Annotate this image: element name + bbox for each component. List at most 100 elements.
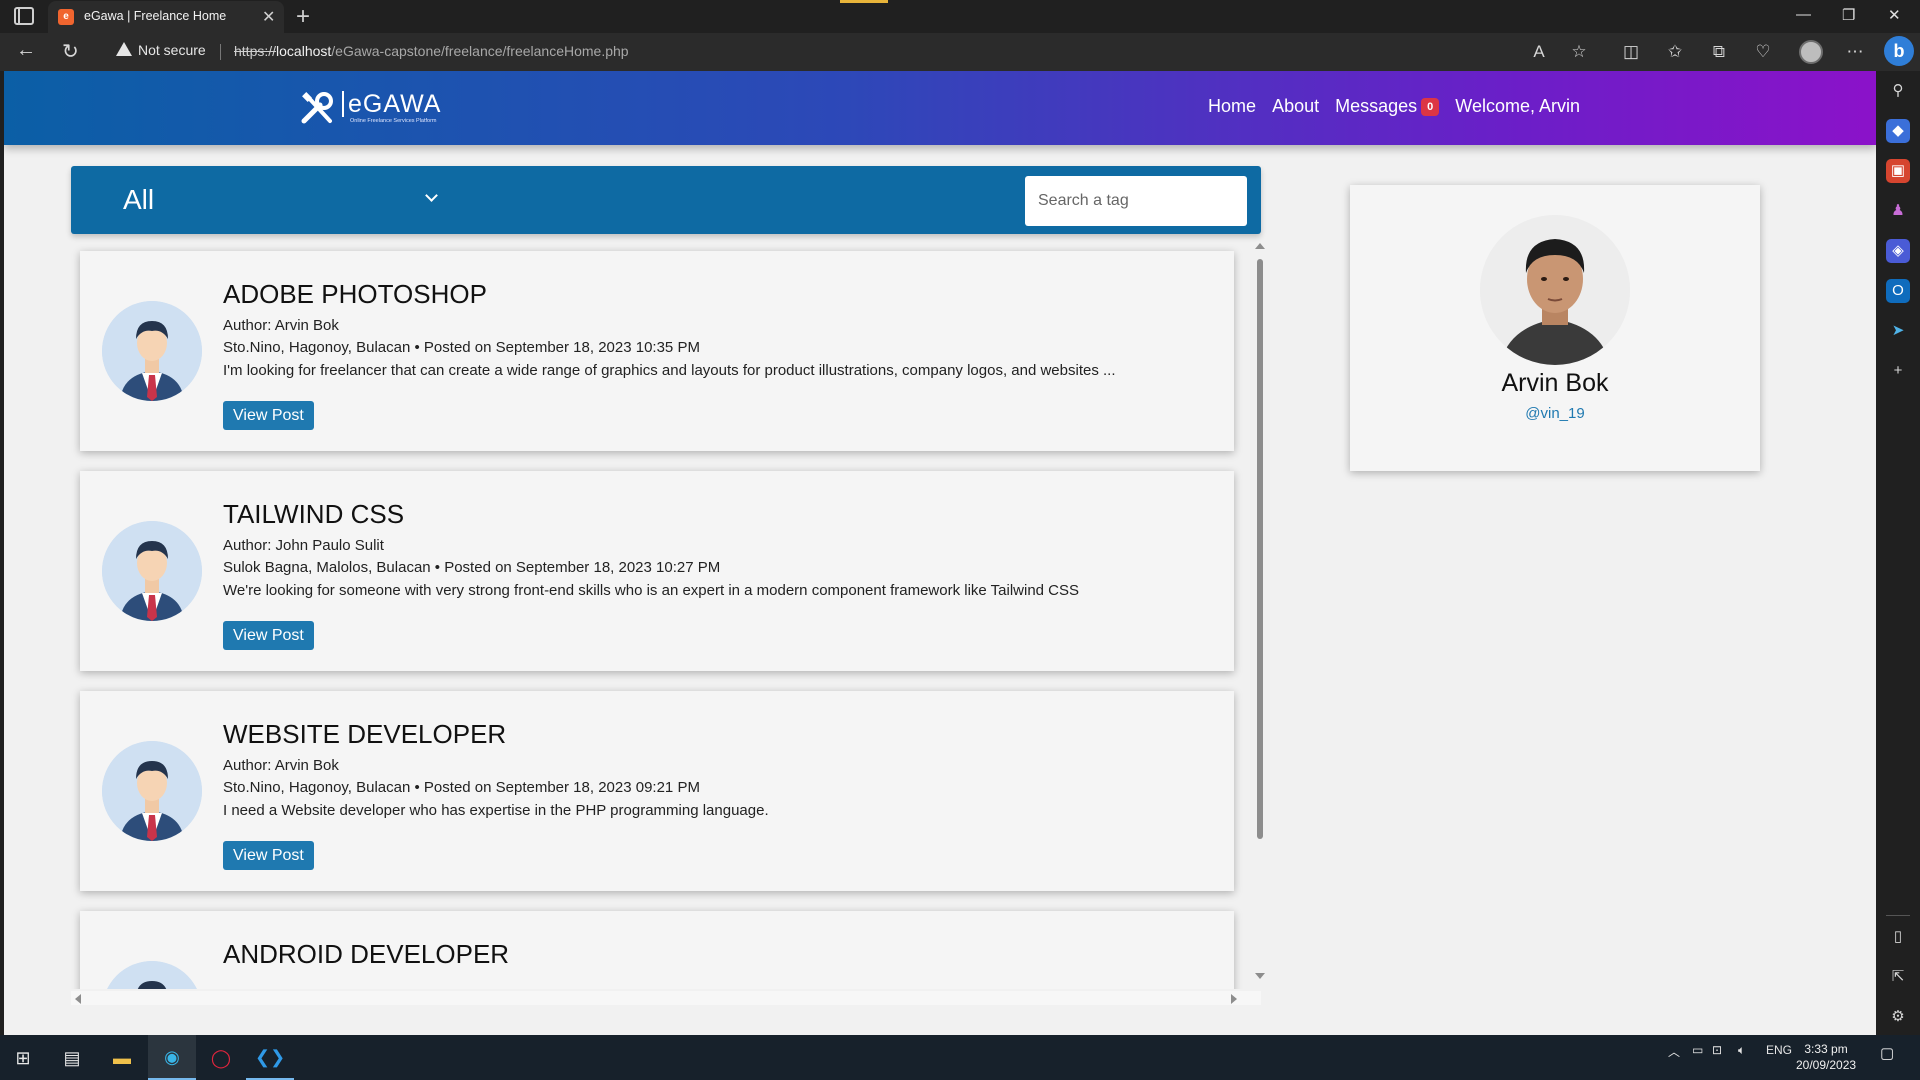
post-description: I need a Website developer who has exper… <box>223 802 769 819</box>
profile-card: Arvin Bok @vin_19 <box>1350 185 1760 471</box>
copilot-icon[interactable]: b <box>1884 36 1914 66</box>
author-avatar-icon <box>102 741 202 841</box>
sidebar-settings-icon[interactable]: ⚙ <box>1886 1005 1910 1029</box>
favorites-icon[interactable]: ✩ <box>1664 41 1686 63</box>
post-meta: Sto.Nino, Hagonoy, Bulacan • Posted on S… <box>223 339 700 356</box>
scroll-right-icon[interactable] <box>1231 994 1237 1004</box>
restore-icon[interactable]: ❐ <box>1842 6 1855 24</box>
network-icon[interactable]: ⊡ <box>1712 1043 1722 1057</box>
favicon-icon: e <box>58 9 74 25</box>
filter-bar: All <box>71 166 1261 234</box>
view-post-button[interactable]: View Post <box>223 401 314 430</box>
author-avatar-icon <box>102 521 202 621</box>
scroll-up-icon[interactable] <box>1255 243 1265 249</box>
file-explorer-icon[interactable]: ▬ <box>107 1043 137 1073</box>
security-indicator[interactable]: Not secure <box>116 42 206 58</box>
close-tab-icon[interactable]: ✕ <box>262 7 275 27</box>
scrollbar-thumb[interactable] <box>1257 259 1263 839</box>
meet-now-icon[interactable]: ▭ <box>1692 1043 1703 1057</box>
hide-sidebar-icon[interactable]: ▯ <box>1886 925 1910 949</box>
tools-icon[interactable]: ▣ <box>1886 159 1910 183</box>
site-navbar: eGAWA Online Freelance Services Platform… <box>4 71 1876 145</box>
task-view-icon[interactable]: ▤ <box>57 1043 87 1073</box>
post-card: WEBSITE DEVELOPER Author: Arvin Bok Sto.… <box>80 691 1234 891</box>
browser-tab[interactable]: e eGawa | Freelance Home ✕ <box>48 1 284 33</box>
edge-icon: ◉ <box>164 1047 180 1067</box>
scroll-left-icon[interactable] <box>75 994 81 1004</box>
tools-logo-icon <box>301 92 333 124</box>
taskbar-clock[interactable]: 3:33 pm 20/09/2023 <box>1796 1041 1856 1073</box>
profile-name: Arvin Bok <box>1501 369 1609 397</box>
messages-label: Messages <box>1335 96 1418 116</box>
post-description: We're looking for someone with very stro… <box>223 582 1080 599</box>
edge-sidebar: ⚲ ◆ ▣ ♟ ◈ O ➤ + ▯ ⇱ ⚙ <box>1876 71 1920 1035</box>
games-icon[interactable]: ♟ <box>1886 199 1910 223</box>
post-meta: Sto.Nino, Hagonoy, Bulacan • Posted on S… <box>223 779 700 796</box>
minimize-icon[interactable]: — <box>1796 6 1811 23</box>
brand-logo[interactable]: eGAWA Online Freelance Services Platform <box>300 89 450 129</box>
tab-actions-icon[interactable] <box>14 7 34 25</box>
post-title: ANDROID DEVELOPER <box>223 939 510 969</box>
page-viewport: eGAWA Online Freelance Services Platform… <box>4 71 1876 1035</box>
notification-center-icon[interactable]: ▢ <box>1880 1044 1894 1062</box>
more-options-icon[interactable]: ⋯ <box>1844 41 1866 63</box>
shopping-icon[interactable]: ◆ <box>1886 119 1910 143</box>
edge-taskbar-button[interactable]: ◉ <box>148 1035 196 1080</box>
post-card: ADOBE PHOTOSHOP Author: Arvin Bok Sto.Ni… <box>80 251 1234 451</box>
view-post-button[interactable]: View Post <box>223 841 314 870</box>
post-title: ADOBE PHOTOSHOP <box>223 279 487 309</box>
post-meta: Sulok Bagna, Malolos, Bulacan • Posted o… <box>223 559 721 576</box>
back-icon[interactable]: ← <box>16 39 36 62</box>
read-aloud-icon[interactable]: A <box>1528 41 1550 63</box>
windows-start-icon[interactable]: ⊞ <box>8 1043 38 1073</box>
nav-about-link[interactable]: About <box>1272 96 1319 117</box>
post-description: I'm looking for freelancer that can crea… <box>223 362 1116 379</box>
post-author: Author: John Paulo Sulit <box>223 537 384 554</box>
view-post-button[interactable]: View Post <box>223 621 314 650</box>
browser-essentials-icon[interactable]: ♡ <box>1752 41 1774 63</box>
browser-profile-icon[interactable] <box>1799 40 1823 64</box>
external-link-icon[interactable]: ⇱ <box>1886 965 1910 989</box>
post-title: TAILWIND CSS <box>223 499 405 529</box>
sidebar-search-icon[interactable]: ⚲ <box>1886 79 1910 103</box>
browser-tab-strip: e eGawa | Freelance Home ✕ + — ❐ ✕ <box>0 0 1920 33</box>
opera-icon[interactable]: ◯ <box>206 1043 236 1073</box>
post-list[interactable]: ADOBE PHOTOSHOP Author: Arvin Bok Sto.Ni… <box>71 241 1261 989</box>
clock-time: 3:33 pm <box>1804 1042 1848 1056</box>
tab-indicator <box>840 0 888 3</box>
new-tab-icon[interactable]: + <box>296 3 310 31</box>
nav-messages-link[interactable]: Messages 0 <box>1335 96 1440 117</box>
tag-search-input[interactable] <box>1025 176 1247 226</box>
microsoft-365-icon[interactable]: ◈ <box>1886 239 1910 263</box>
profile-handle-link[interactable]: @vin_19 <box>1350 405 1760 422</box>
post-list-vertical-scrollbar[interactable] <box>1254 241 1266 989</box>
welcome-user-link[interactable]: Welcome, Arvin <box>1455 96 1580 117</box>
post-list-horizontal-scrollbar[interactable] <box>71 991 1261 1005</box>
sidebar-divider <box>1886 915 1910 916</box>
url-host: localhost <box>276 43 332 59</box>
windows-taskbar: ⊞ ▤ ▬ ◉ ◯ ❮❯ ︿ ▭ ⊡ 🔈︎ ENG 3:33 pm 20/09/… <box>0 1035 1920 1080</box>
refresh-icon[interactable]: ↻ <box>62 39 79 64</box>
collections-icon[interactable]: ⧉ <box>1708 41 1730 63</box>
window-close-icon[interactable]: ✕ <box>1888 6 1901 24</box>
vscode-icon: ❮❯ <box>255 1047 286 1067</box>
show-hidden-icons-icon[interactable]: ︿ <box>1668 1043 1680 1060</box>
volume-icon[interactable]: 🔈︎ <box>1738 1043 1745 1058</box>
security-label: Not secure <box>138 42 206 58</box>
language-indicator[interactable]: ENG <box>1766 1043 1792 1057</box>
split-screen-icon[interactable]: ◫ <box>1620 41 1642 63</box>
warning-icon <box>116 42 132 56</box>
drop-icon[interactable]: ➤ <box>1886 319 1910 343</box>
author-avatar-icon <box>102 301 202 401</box>
scroll-down-icon[interactable] <box>1255 973 1265 979</box>
profile-photo <box>1480 215 1630 365</box>
vscode-taskbar-button[interactable]: ❮❯ <box>246 1035 294 1080</box>
favorite-star-icon[interactable]: ☆ <box>1568 41 1590 63</box>
url-field[interactable]: https://localhost/eGawa-capstone/freelan… <box>234 43 629 59</box>
add-sidebar-app-icon[interactable]: + <box>1886 359 1910 383</box>
outlook-icon[interactable]: O <box>1886 279 1910 303</box>
url-separator <box>220 44 221 60</box>
category-select[interactable]: All <box>123 182 443 218</box>
post-author: Author: Arvin Bok <box>223 317 339 334</box>
nav-home-link[interactable]: Home <box>1208 96 1256 117</box>
